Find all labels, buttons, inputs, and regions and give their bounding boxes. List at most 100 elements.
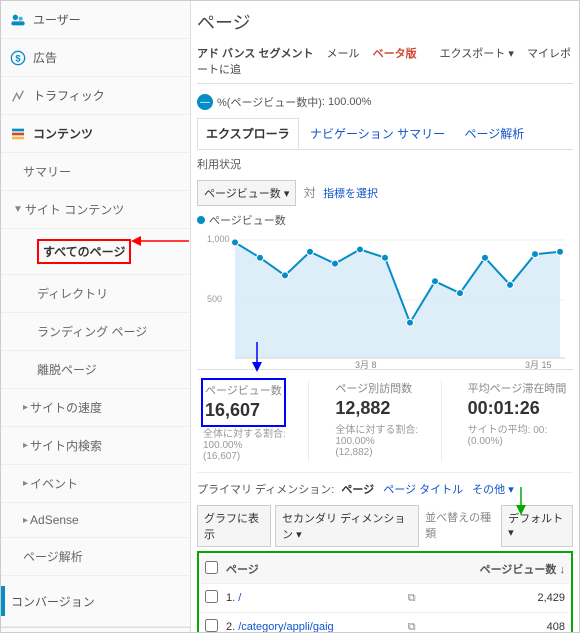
ytick-500: 500 — [207, 294, 222, 304]
metric-avgtime[interactable]: 平均ページ滞在時間 00:01:26 サイトの平均: 00: (0.00%) — [462, 380, 573, 462]
sidebar-sub-events[interactable]: ▸イベント — [1, 465, 190, 503]
caret-right-icon: ▸ — [23, 478, 28, 489]
sub-label: ページ解析 — [23, 548, 83, 565]
metric-pageviews[interactable]: ページビュー数 16,607 全体に対する割合: 100.00% (16,607… — [197, 380, 309, 462]
sub-label: サマリー — [23, 163, 71, 180]
green-arrow-icon — [513, 487, 529, 515]
segment-circle-icon: — — [197, 94, 213, 110]
choose-metric-link[interactable]: 指標を選択 — [323, 188, 378, 200]
ytick-1000: 1,000 — [207, 234, 230, 244]
sub-label: イベント — [30, 475, 78, 492]
export-button[interactable]: エクスポート ▾ — [440, 48, 514, 60]
metric-visits[interactable]: ページ別訪問数 12,882 全体に対する割合: 100.00% (12,882… — [329, 380, 441, 462]
page-link[interactable]: /category/appli/gaig — [238, 621, 333, 633]
metric-value: 12,882 — [335, 398, 434, 419]
sub-label: サイトの速度 — [30, 399, 102, 416]
sidebar-sub-speed[interactable]: ▸サイトの速度 — [1, 389, 190, 427]
sidebar-sub-sitecontent[interactable]: ▼ サイト コンテンツ — [1, 191, 190, 229]
sub-label: サイト内検索 — [30, 437, 102, 454]
tab-analysis[interactable]: ページ解析 — [456, 119, 532, 148]
chart-controls: ページビュー数 ▾ 対 指標を選択 — [197, 180, 573, 206]
col-pv[interactable]: ページビュー数 ↓ — [420, 555, 569, 584]
primdim-label: プライマリ ディメンション: — [197, 484, 334, 496]
sort-label: 並べ替えの種類 — [423, 505, 497, 547]
sidebar-label: トラフィック — [33, 87, 105, 104]
table-row[interactable]: 1. / ⧉ 2,429 — [201, 584, 569, 613]
subtab-usage[interactable]: 利用状況 — [197, 156, 573, 172]
row-pv: 2,429 — [420, 584, 569, 613]
red-arrow-icon — [131, 233, 191, 249]
sub-label: AdSense — [30, 513, 79, 527]
row-checkbox[interactable] — [205, 590, 218, 603]
col-page[interactable]: ページ — [222, 555, 420, 584]
tab-explorer[interactable]: エクスプローラ — [197, 118, 299, 149]
sidebar-sub-adsense[interactable]: ▸AdSense — [1, 503, 190, 538]
sidebar-sub-search[interactable]: ▸サイト内検索 — [1, 427, 190, 465]
row-checkbox[interactable] — [205, 619, 218, 632]
sub2-label: すべてのページ — [43, 245, 125, 259]
external-link-icon[interactable]: ⧉ — [408, 621, 416, 633]
primdim-title[interactable]: ページ タイトル — [383, 484, 463, 496]
sidebar-sub-summary[interactable]: サマリー — [1, 153, 190, 191]
tab-navsummary[interactable]: ナビゲーション サマリー — [302, 119, 453, 148]
metric-sub2: (16,607) — [203, 451, 302, 462]
sidebar-sub-allpages[interactable]: すべてのページ — [1, 229, 190, 275]
row-idx: 1. — [226, 592, 235, 604]
col-pv-label: ページビュー数 — [480, 564, 557, 576]
adv-segment-button[interactable]: アド バンス セグメント — [197, 48, 313, 60]
caret-right-icon: ▸ — [23, 402, 28, 413]
sidebar-item-traffic[interactable]: トラフィック — [1, 77, 190, 115]
metric-label: ページ別訪問数 — [335, 380, 434, 396]
sub2-label: ディレクトリ — [37, 285, 108, 302]
table-row[interactable]: 2. /category/appli/gaig ⧉ 408 — [201, 613, 569, 633]
sidebar-sub-landing[interactable]: ランディング ページ — [1, 313, 190, 351]
beta-badge: ベータ版 — [373, 48, 417, 60]
page-link[interactable]: / — [238, 592, 241, 604]
legend-dot-icon — [197, 216, 205, 224]
caret-right-icon: ▸ — [23, 440, 28, 451]
metric-sub: 全体に対する割合: 100.00% — [335, 421, 434, 447]
sort-arrow-icon: ↓ — [560, 564, 566, 576]
sub2-label: 離脱ページ — [37, 361, 97, 378]
xtick-1: 3月 8 — [355, 360, 377, 370]
select-all-checkbox[interactable] — [205, 561, 218, 574]
traffic-icon — [9, 89, 27, 103]
sidebar-sub-analysis[interactable]: ページ解析 — [1, 538, 190, 576]
secdim-dropdown[interactable]: セカンダリ ディメンション ▾ — [275, 505, 419, 547]
sidebar-sub-exit[interactable]: 離脱ページ — [1, 351, 190, 389]
highlight-green: ページ ページビュー数 ↓ 1. / ⧉ 2,429 2. /category/… — [197, 551, 573, 632]
sidebar-item-conversion[interactable]: コンバージョン — [1, 576, 190, 627]
graph-button[interactable]: グラフに表示 — [197, 505, 271, 547]
primdim-other[interactable]: その他 ▾ — [472, 484, 514, 496]
xtick-2: 3月 15 — [525, 360, 552, 370]
segment-value: : 100.00% — [322, 96, 372, 108]
page-title: ページ — [197, 9, 573, 35]
highlight-blue: ページビュー数 16,607 — [201, 378, 286, 427]
sidebar-item-users[interactable]: ユーザー — [1, 1, 190, 39]
caret-right-icon: ▸ — [23, 515, 28, 526]
metric-value: 16,607 — [205, 400, 282, 421]
default-dropdown[interactable]: デフォルト ▾ — [501, 505, 573, 547]
col-page-label: ページ — [226, 564, 259, 576]
sidebar: ユーザー $ 広告 トラフィック コンテンツ サマリー ▼ サイト コンテンツ — [1, 1, 191, 632]
metric-value: 00:01:26 — [468, 398, 567, 419]
sub2-label: ランディング ページ — [37, 323, 147, 340]
external-link-icon[interactable]: ⧉ — [408, 592, 416, 605]
metric-sub: 全体に対する割合: 100.00% — [203, 425, 302, 451]
flag-icon — [1, 586, 5, 616]
metric-dropdown[interactable]: ページビュー数 ▾ — [197, 180, 296, 206]
vs-label: 対 — [304, 186, 316, 200]
dollar-icon: $ — [9, 51, 27, 65]
row-pv: 408 — [420, 613, 569, 633]
tab-bar: エクスプローラ ナビゲーション サマリー ページ解析 — [197, 118, 573, 150]
table-controls: グラフに表示 セカンダリ ディメンション ▾ 並べ替えの種類 デフォルト ▾ — [197, 505, 573, 547]
caret-down-icon: ▼ — [13, 204, 23, 215]
primdim-page[interactable]: ページ — [341, 484, 374, 496]
sidebar-sub-directory[interactable]: ディレクトリ — [1, 275, 190, 313]
segment-row: — %(ページビュー数中) : 100.00% — [197, 94, 573, 110]
mail-button[interactable]: メール ベータ版 — [327, 48, 427, 60]
sidebar-item-ads[interactable]: $ 広告 — [1, 39, 190, 77]
sidebar-item-content[interactable]: コンテンツ — [1, 115, 190, 153]
app-root: ユーザー $ 広告 トラフィック コンテンツ サマリー ▼ サイト コンテンツ — [0, 0, 580, 633]
metric-label: ページビュー数 — [205, 382, 282, 398]
